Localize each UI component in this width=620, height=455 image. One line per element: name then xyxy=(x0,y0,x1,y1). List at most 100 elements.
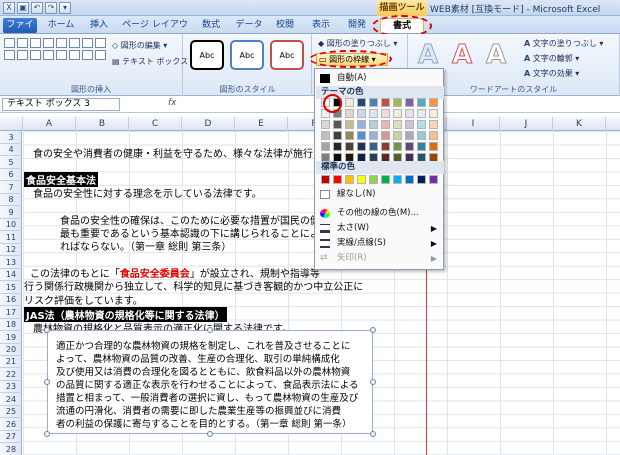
row-header[interactable]: 28 xyxy=(0,443,22,455)
tab-data[interactable]: データ xyxy=(232,18,266,33)
shape-icon[interactable] xyxy=(30,50,41,60)
theme-color-swatch[interactable] xyxy=(321,131,330,140)
tab-formulas[interactable]: 数式 xyxy=(196,18,226,33)
theme-color-swatch[interactable] xyxy=(381,142,390,151)
row-header[interactable]: 12 xyxy=(0,243,22,257)
edit-shape-button[interactable]: ◇ 図形の編集 ▾ xyxy=(112,40,167,51)
theme-color-swatch[interactable] xyxy=(345,142,354,151)
theme-color-swatch[interactable] xyxy=(381,109,390,118)
theme-color-swatch[interactable] xyxy=(369,98,378,107)
shape-icon[interactable] xyxy=(95,50,106,60)
row-header[interactable]: 19 xyxy=(0,331,22,344)
style-preset-red[interactable]: Abc xyxy=(270,40,304,70)
theme-color-swatch[interactable] xyxy=(345,131,354,140)
resize-handle[interactable] xyxy=(370,379,376,385)
standard-color-swatch[interactable] xyxy=(357,175,366,184)
shape-icon[interactable] xyxy=(17,38,28,48)
textbox-button[interactable]: ▤ テキスト ボックス ▾ xyxy=(112,56,195,67)
tab-view[interactable]: 表示 xyxy=(306,18,336,33)
row-header[interactable]: 3 xyxy=(0,131,22,144)
row-header[interactable]: 16 xyxy=(0,293,22,307)
row-header[interactable]: 8 xyxy=(0,193,22,207)
menu-item-dashes[interactable]: 実線/点線(S) ▶ xyxy=(315,236,443,251)
wordart-preset-1[interactable]: A xyxy=(414,40,442,71)
shape-icon[interactable] xyxy=(43,38,54,48)
shape-icon[interactable] xyxy=(69,38,80,48)
theme-color-swatch[interactable] xyxy=(369,131,378,140)
theme-color-swatch[interactable] xyxy=(369,120,378,129)
theme-color-swatch[interactable] xyxy=(393,131,402,140)
standard-color-swatch[interactable] xyxy=(381,175,390,184)
theme-color-swatch[interactable] xyxy=(345,120,354,129)
redo-icon[interactable]: ↷ xyxy=(45,2,57,14)
theme-color-swatch[interactable] xyxy=(369,142,378,151)
standard-color-swatch[interactable] xyxy=(321,175,330,184)
row-header[interactable]: 23 xyxy=(0,380,22,394)
tab-home[interactable]: ホーム xyxy=(44,18,78,33)
column-header[interactable]: I xyxy=(447,117,500,131)
theme-color-swatch[interactable] xyxy=(393,98,402,107)
shape-icon[interactable] xyxy=(56,38,67,48)
wordart-preset-2[interactable]: A xyxy=(448,40,476,71)
wordart-preset-3[interactable]: A xyxy=(482,40,510,71)
resize-handle[interactable] xyxy=(370,327,376,333)
theme-color-swatch[interactable] xyxy=(321,142,330,151)
shape-icon[interactable] xyxy=(56,50,67,60)
theme-color-swatch[interactable] xyxy=(429,98,438,107)
row-header[interactable]: 21 xyxy=(0,355,22,369)
theme-color-swatch[interactable] xyxy=(405,142,414,151)
column-header[interactable]: B xyxy=(76,117,129,131)
selected-textbox[interactable]: 適正かつ合理的な農林物資の規格を制定し、これを普及させることに よって、農林物資… xyxy=(47,330,373,434)
theme-color-swatch[interactable] xyxy=(345,98,354,107)
theme-color-swatch[interactable] xyxy=(345,109,354,118)
theme-color-swatch[interactable] xyxy=(405,120,414,129)
standard-color-swatch[interactable] xyxy=(429,175,438,184)
column-header[interactable]: J xyxy=(500,117,553,131)
undo-icon[interactable]: ↶ xyxy=(31,2,43,14)
excel-logo-icon[interactable]: X xyxy=(3,2,15,14)
theme-color-swatch[interactable] xyxy=(333,120,342,129)
theme-color-swatch[interactable] xyxy=(381,98,390,107)
theme-color-swatch[interactable] xyxy=(405,131,414,140)
theme-color-swatch[interactable] xyxy=(429,142,438,151)
select-all-corner[interactable] xyxy=(0,117,23,131)
column-header[interactable]: K xyxy=(553,117,606,131)
theme-color-swatch[interactable] xyxy=(405,109,414,118)
row-header[interactable]: 17 xyxy=(0,306,22,319)
theme-color-swatch[interactable] xyxy=(357,98,366,107)
column-header[interactable]: C xyxy=(129,117,182,131)
resize-handle[interactable] xyxy=(44,379,50,385)
row-header[interactable]: 7 xyxy=(0,181,22,194)
shape-icon[interactable] xyxy=(95,38,106,48)
shape-icon[interactable] xyxy=(43,50,54,60)
text-fill-button[interactable]: A 文字の塗りつぶし ▾ xyxy=(524,38,603,49)
theme-color-swatch[interactable] xyxy=(333,142,342,151)
row-header[interactable]: 14 xyxy=(0,268,22,282)
theme-color-swatch[interactable] xyxy=(381,131,390,140)
shape-icon[interactable] xyxy=(4,38,15,48)
name-box[interactable]: テキスト ボックス 3 xyxy=(2,98,120,111)
tab-file[interactable]: ファイル xyxy=(3,18,37,45)
standard-color-swatch[interactable] xyxy=(417,175,426,184)
tab-insert[interactable]: 挿入 xyxy=(84,18,114,33)
menu-item-more-colors[interactable]: その他の線の色(M)... xyxy=(315,206,443,221)
row-header[interactable]: 5 xyxy=(0,156,22,169)
row-header[interactable]: 4 xyxy=(0,143,22,157)
style-preset-blue[interactable]: Abc xyxy=(230,40,264,70)
resize-handle[interactable] xyxy=(44,327,50,333)
menu-item-no-line[interactable]: 線なし(N) xyxy=(315,187,443,202)
tab-developer[interactable]: 開発 xyxy=(342,18,372,33)
row-header[interactable]: 25 xyxy=(0,405,22,419)
text-effect-button[interactable]: A 文字の効果 ▾ xyxy=(524,68,579,79)
tab-page-layout[interactable]: ページ レイアウト xyxy=(118,18,192,45)
column-header[interactable]: A xyxy=(23,117,76,131)
row-header[interactable]: 26 xyxy=(0,418,22,431)
fx-icon[interactable]: fx xyxy=(168,98,177,108)
theme-color-swatch[interactable] xyxy=(333,131,342,140)
standard-color-swatch[interactable] xyxy=(405,175,414,184)
style-preset-black[interactable]: Abc xyxy=(190,40,224,70)
theme-color-swatch[interactable] xyxy=(417,131,426,140)
resize-handle[interactable] xyxy=(207,327,213,333)
standard-color-swatch[interactable] xyxy=(369,175,378,184)
row-header[interactable]: 27 xyxy=(0,430,22,444)
